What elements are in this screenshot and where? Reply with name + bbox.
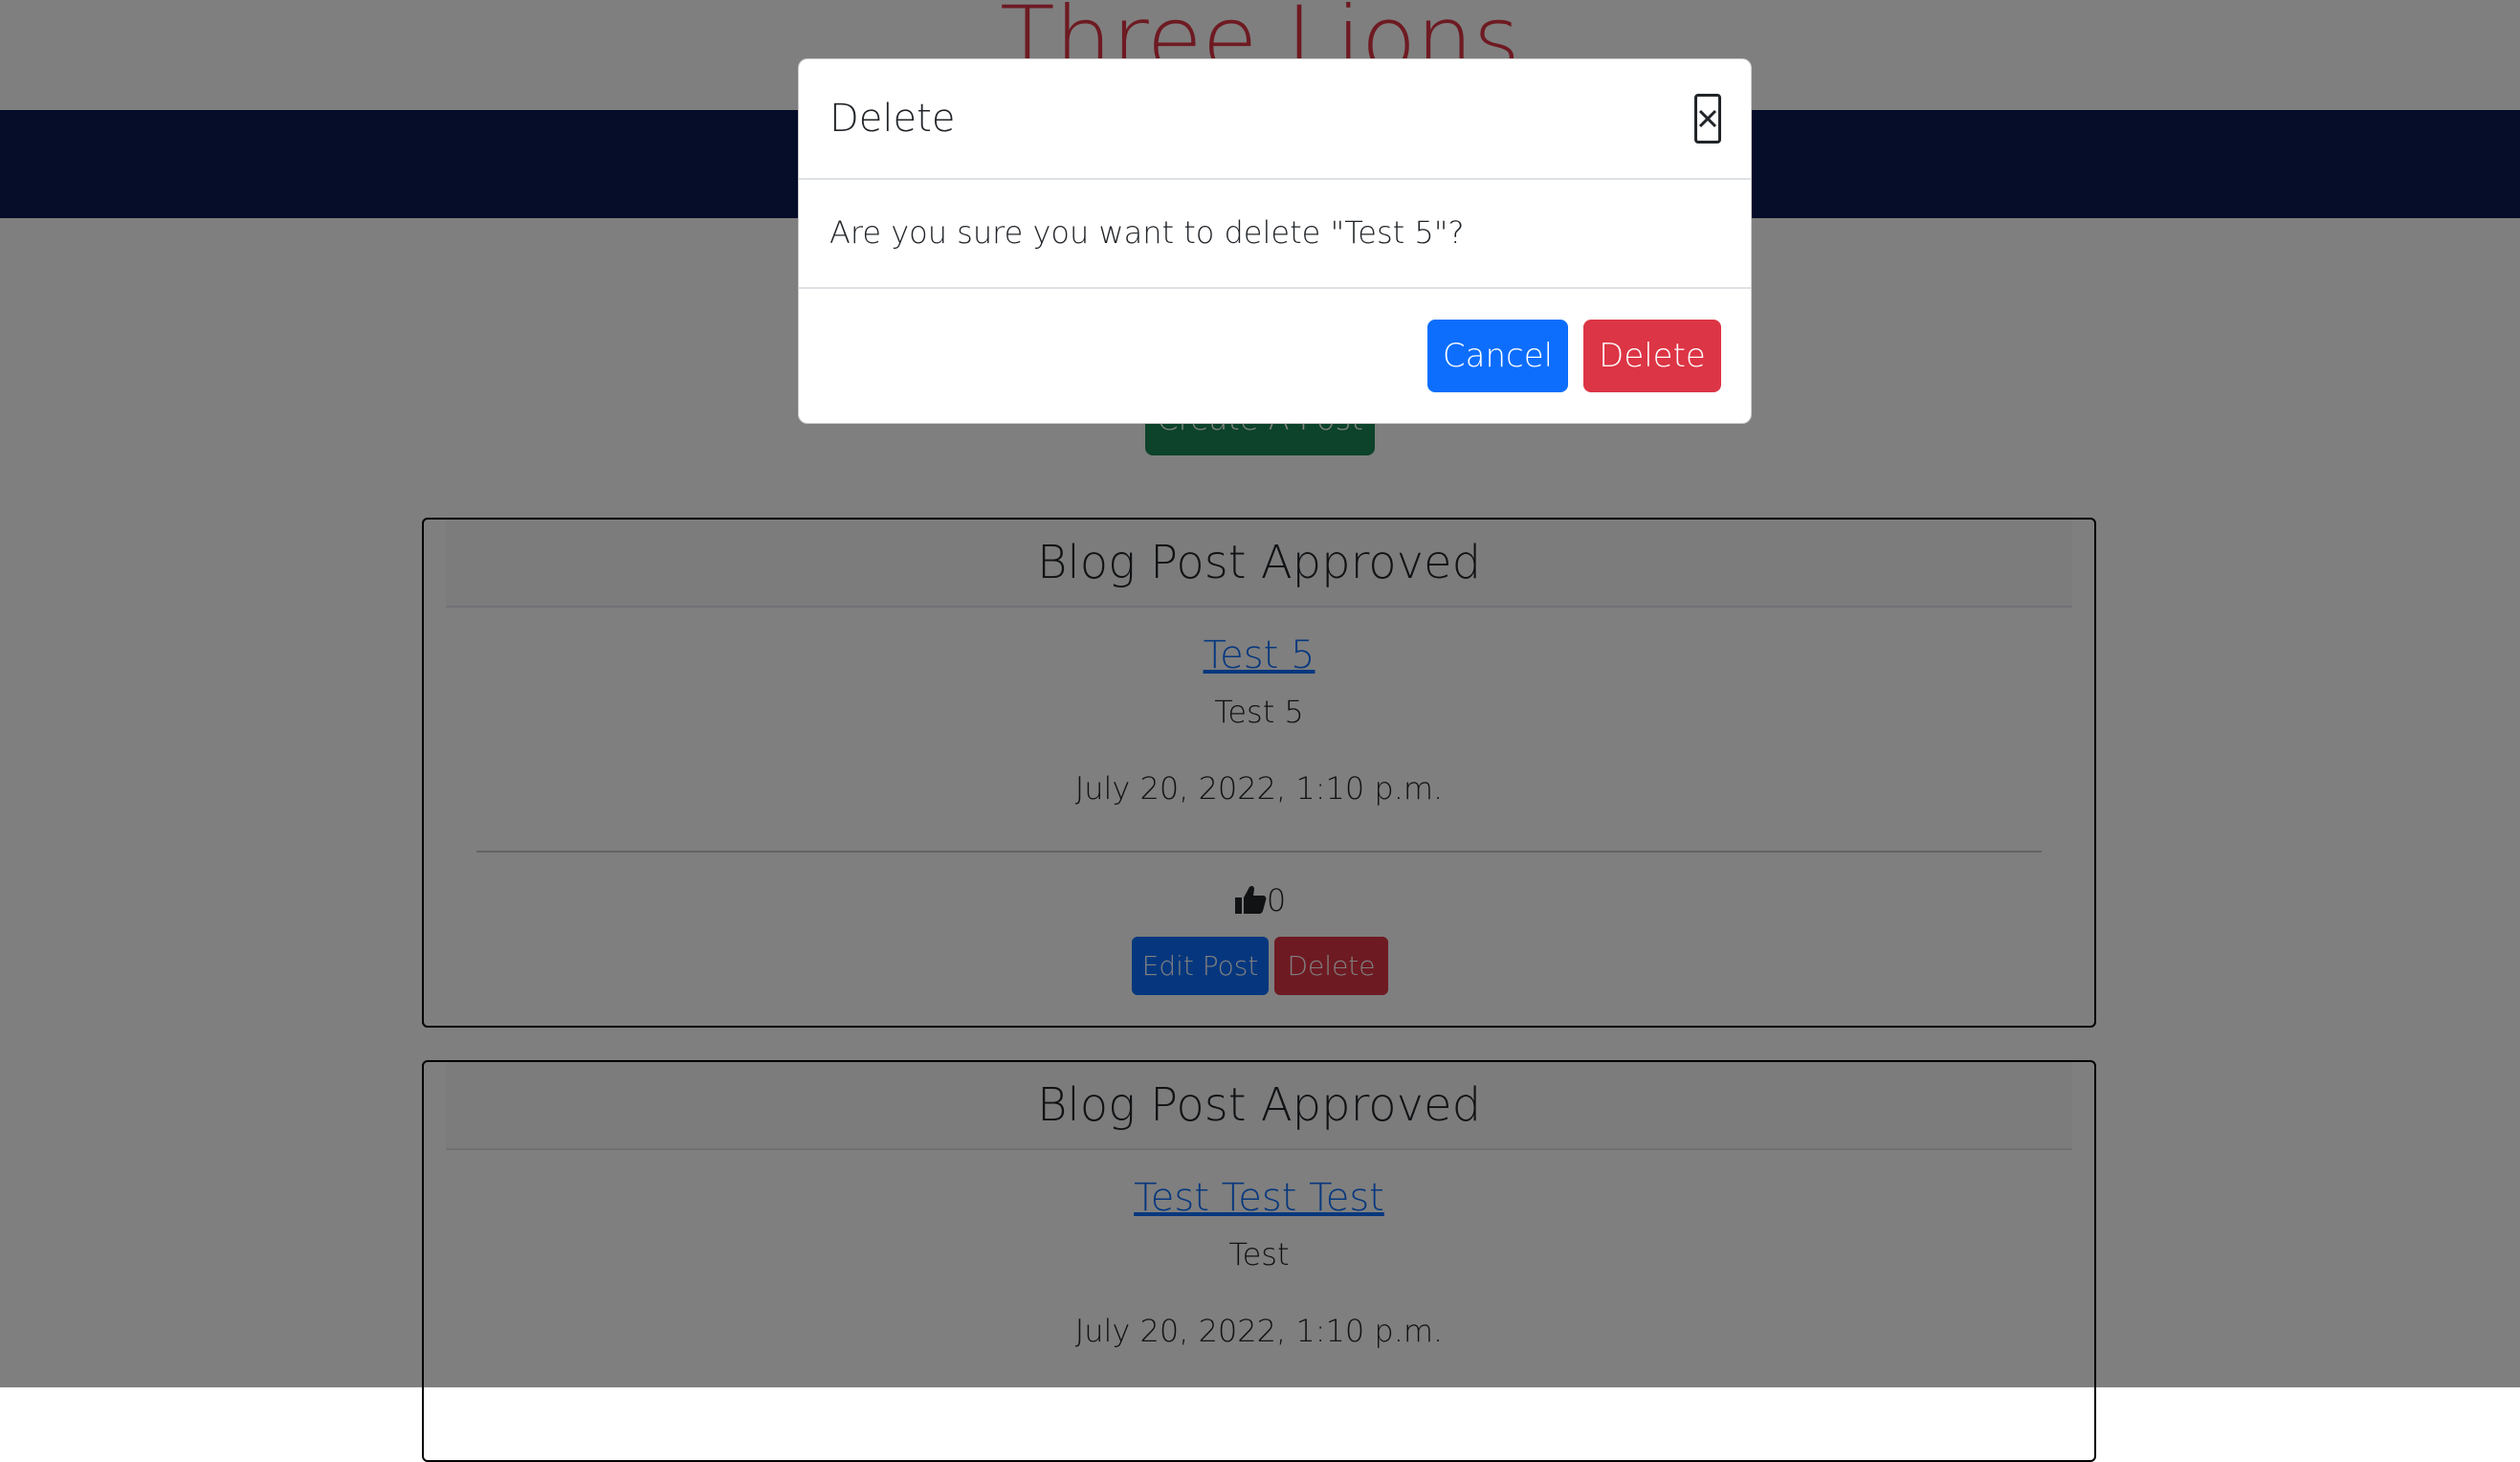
modal-header: Delete [799,59,1751,180]
confirm-delete-button[interactable]: Delete [1583,320,1721,392]
delete-modal: Delete Are you sure you want to delete "… [798,58,1752,424]
modal-message: Are you sure you want to delete "Test 5"… [829,214,1465,251]
close-icon [1698,109,1717,128]
modal-footer-divider [799,287,1751,289]
modal-title: Delete [829,97,956,141]
close-button[interactable] [1694,94,1721,144]
cancel-button[interactable]: Cancel [1427,320,1568,392]
